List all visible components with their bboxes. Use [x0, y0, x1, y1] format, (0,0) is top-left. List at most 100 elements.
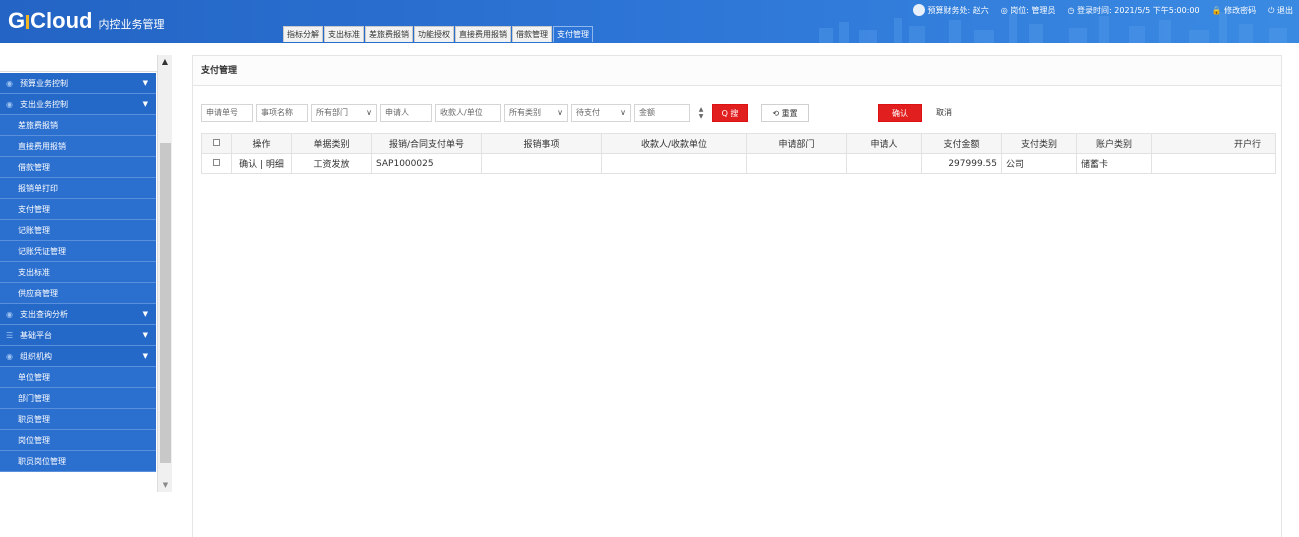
- row-dept: [746, 153, 847, 174]
- page-title: 支付管理: [193, 56, 1281, 86]
- sidebar-group-expense-control[interactable]: ◉ 支出业务控制 ▼: [0, 94, 156, 115]
- chevron-down-icon: ∨: [366, 108, 372, 117]
- sidebar-group-organization[interactable]: ◉ 组织机构 ▼: [0, 346, 156, 367]
- filter-bar: 申请单号 事项名称 所有部门 ∨ 申请人 收款人/单位 所有类别 ∨ 待支付 ∨ 金额…: [201, 104, 963, 136]
- list-icon: ☰: [6, 331, 14, 340]
- select-all-header[interactable]: [201, 133, 232, 154]
- sidebar-item-supplier[interactable]: 供应商管理: [0, 283, 156, 304]
- scroll-up-icon[interactable]: ▲: [158, 55, 172, 69]
- row-pay-type: 公司: [1001, 153, 1077, 174]
- tab-payment-management[interactable]: 支付管理: [553, 26, 593, 42]
- tab-travel-reimbursement[interactable]: 差旅费报销: [365, 26, 413, 42]
- payee-input[interactable]: 收款人/单位: [435, 104, 501, 122]
- logo-bar: [26, 15, 30, 29]
- row-select-cell[interactable]: [201, 153, 232, 174]
- header-bank: 开户行: [1151, 133, 1276, 154]
- reset-button[interactable]: ⟲ 重置: [761, 104, 809, 122]
- header-payee: 收款人/收款单位: [601, 133, 747, 154]
- sidebar-menu: ◉ 预算业务控制 ▼ ◉ 支出业务控制 ▼ 差旅费报销 直接费用报销 借款管理 报销单打…: [0, 73, 156, 472]
- scroll-down-icon[interactable]: ▼: [158, 478, 173, 492]
- sidebar-item-direct-expense[interactable]: 直接费用报销: [0, 136, 156, 157]
- chevron-down-icon: ∨: [557, 108, 563, 117]
- change-password-link[interactable]: 🔒 修改密码: [1212, 5, 1257, 16]
- sidebar-item-payment-management[interactable]: 支付管理: [0, 199, 156, 220]
- chevron-down-icon: ▼: [142, 331, 148, 339]
- sidebar-top: [0, 55, 172, 72]
- category-select[interactable]: 所有类别 ∨: [504, 104, 568, 122]
- sidebar: ◉ 预算业务控制 ▼ ◉ 支出业务控制 ▼ 差旅费报销 直接费用报销 借款管理 报销单打…: [0, 55, 172, 492]
- row-doc-no: SAP1000025: [371, 153, 482, 174]
- app-header: G Cloud 内控业务管理 指标分解 支出标准 差旅费报销 功能授权 直接费用报…: [0, 0, 1299, 43]
- tab-expense-standard[interactable]: 支出标准: [324, 26, 364, 42]
- sidebar-item-accounting[interactable]: 记账管理: [0, 220, 156, 241]
- tab-function-authorization[interactable]: 功能授权: [414, 26, 454, 42]
- sidebar-item-position[interactable]: 岗位管理: [0, 430, 156, 451]
- group-icon: ◉: [6, 79, 13, 88]
- header-applicant: 申请人: [846, 133, 922, 154]
- header-dept: 申请部门: [746, 133, 847, 154]
- group-icon: ◉: [6, 100, 13, 109]
- header-account-type: 账户类别: [1076, 133, 1152, 154]
- top-tab-bar: 指标分解 支出标准 差旅费报销 功能授权 直接费用报销 借款管理 支付管理: [283, 26, 593, 42]
- row-checkbox[interactable]: [213, 158, 220, 166]
- search-button[interactable]: Q 搜索: [712, 104, 748, 136]
- user-name: 预算财务处: 赵六: [927, 5, 989, 15]
- amount-input[interactable]: 金额: [634, 104, 690, 122]
- row-amount: 297999.55: [921, 153, 1002, 174]
- row-matter: [481, 153, 602, 174]
- role-info: ◎ 岗位: 管理员: [1000, 5, 1056, 15]
- tab-indicator-breakdown[interactable]: 指标分解: [283, 26, 323, 42]
- sidebar-item-expense-standard[interactable]: 支出标准: [0, 262, 156, 283]
- sidebar-item-voucher[interactable]: 记账凭证管理: [0, 241, 156, 262]
- header-amount: 支付金额: [921, 133, 1002, 154]
- sidebar-item-unit[interactable]: 单位管理: [0, 367, 156, 388]
- tab-direct-expense[interactable]: 直接费用报销: [455, 26, 511, 42]
- group-icon: ◉: [6, 310, 13, 319]
- row-bank: [1151, 153, 1276, 174]
- app-logo: G Cloud 内控业务管理: [8, 8, 164, 34]
- header-doc-category: 单据类别: [291, 133, 372, 154]
- app-subtitle: 内控业务管理: [98, 18, 165, 31]
- row-payee: [601, 153, 747, 174]
- sidebar-item-loan-management[interactable]: 借款管理: [0, 157, 156, 178]
- item-name-input[interactable]: 事项名称: [256, 104, 308, 122]
- department-select[interactable]: 所有部门 ∨: [311, 104, 377, 122]
- avatar-icon: [912, 4, 925, 16]
- sidebar-item-department[interactable]: 部门管理: [0, 388, 156, 409]
- top-user-info: 预算财务处: 赵六 ◎ 岗位: 管理员 ◷ 登录时间: 2021/5/5 下午5…: [912, 4, 1293, 16]
- sidebar-group-expense-analysis[interactable]: ◉ 支出查询分析 ▼: [0, 304, 156, 325]
- chevron-down-icon: ▼: [142, 310, 148, 318]
- confirm-button[interactable]: 确认: [878, 104, 922, 122]
- spin-up-icon[interactable]: ▲: [699, 106, 704, 113]
- cancel-button[interactable]: 取消: [925, 104, 963, 122]
- header-matter: 报销事项: [481, 133, 602, 154]
- amount-spinner[interactable]: ▲ ▼: [696, 104, 706, 122]
- row-category: 工资发放: [291, 153, 372, 174]
- scroll-thumb[interactable]: [160, 143, 171, 463]
- chevron-down-icon: ∨: [620, 108, 626, 117]
- sidebar-group-budget-control[interactable]: ◉ 预算业务控制 ▼: [0, 73, 156, 94]
- payment-table: 操作 单据类别 报销/合同支付单号 报销事项 收款人/收款单位 申请部门 申请人…: [201, 133, 1276, 174]
- sidebar-group-base-platform[interactable]: ☰ 基础平台 ▼: [0, 325, 156, 346]
- doc-no-input[interactable]: 申请单号: [201, 104, 253, 122]
- tab-loan-management[interactable]: 借款管理: [512, 26, 552, 42]
- sidebar-item-travel-reimbursement[interactable]: 差旅费报销: [0, 115, 156, 136]
- chevron-down-icon: ▼: [142, 100, 148, 108]
- row-applicant: [846, 153, 922, 174]
- sidebar-item-staff[interactable]: 职员管理: [0, 409, 156, 430]
- spin-down-icon[interactable]: ▼: [699, 113, 704, 120]
- table-row: 确认 | 明细 工资发放 SAP1000025 297999.55 公司 储蓄卡: [201, 153, 1276, 174]
- logo-letter-g: G: [8, 8, 26, 33]
- row-op-links[interactable]: 确认 | 明细: [231, 153, 292, 174]
- applicant-input[interactable]: 申请人: [380, 104, 432, 122]
- sidebar-item-print-reimbursement[interactable]: 报销单打印: [0, 178, 156, 199]
- logout-link[interactable]: ⏻ 退出: [1268, 5, 1293, 16]
- group-icon: ◉: [6, 352, 13, 361]
- sidebar-scrollbar[interactable]: ▲ ▼: [157, 55, 172, 492]
- sidebar-item-staff-position[interactable]: 职员岗位管理: [0, 451, 156, 472]
- chevron-down-icon: ▼: [142, 79, 148, 87]
- select-all-checkbox[interactable]: [213, 138, 220, 146]
- row-account-type: 储蓄卡: [1076, 153, 1152, 174]
- status-select[interactable]: 待支付 ∨: [571, 104, 631, 122]
- user-info: 预算财务处: 赵六: [912, 4, 989, 16]
